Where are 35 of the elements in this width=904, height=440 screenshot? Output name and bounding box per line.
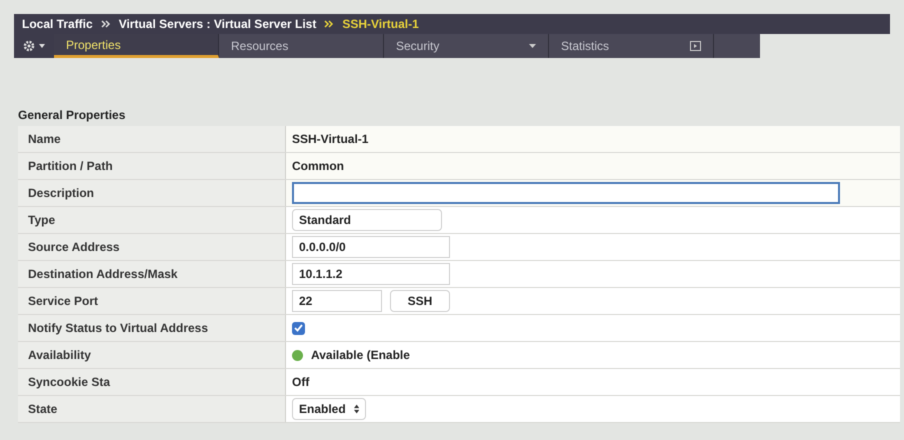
select-field[interactable]: Standard: [292, 209, 442, 231]
chevron-icon: [100, 20, 111, 28]
property-value: SSH-Virtual-1: [292, 131, 368, 148]
settings-icon: [23, 40, 35, 52]
notify-checkbox[interactable]: [292, 322, 305, 334]
property-label: Notify Status to Virtual Address: [28, 320, 208, 337]
service-select[interactable]: SSH: [390, 290, 450, 312]
property-label: Syncookie Sta: [28, 374, 110, 391]
address-field[interactable]: 10.1.1.2: [292, 263, 450, 285]
property-value: Off: [292, 374, 310, 391]
property-label: Description: [28, 185, 94, 202]
property-label: Source Address: [28, 239, 120, 256]
popout-icon: [690, 41, 701, 51]
tab[interactable]: Properties: [54, 34, 219, 58]
chevron-icon: [324, 20, 334, 28]
description-field[interactable]: [292, 182, 840, 204]
property-label: Service Port: [28, 293, 98, 310]
property-label: Type: [28, 212, 56, 229]
property-label: Partition / Path: [28, 158, 113, 175]
updown-icon: [354, 404, 359, 414]
address-field[interactable]: 0.0.0.0/0: [292, 236, 450, 258]
property-label: Destination Address/Mask: [28, 266, 178, 283]
section-title: General Properties: [18, 107, 126, 124]
port-field[interactable]: 22: [292, 290, 382, 312]
caret-icon: [529, 44, 536, 48]
breadcrumb-current: SSH-Virtual-1: [342, 16, 419, 33]
property-label: Name: [28, 131, 61, 148]
property-value: Common: [292, 158, 344, 175]
caret-icon: [39, 44, 45, 48]
property-label: State: [28, 401, 58, 418]
property-label: Availability: [28, 347, 91, 364]
breadcrumb-link[interactable]: Local Traffic: [22, 15, 93, 33]
status-text: Available (Enable: [311, 347, 410, 364]
select-field[interactable]: Enabled: [292, 398, 366, 420]
breadcrumb-link[interactable]: Virtual Servers : Virtual Server List: [118, 15, 316, 33]
